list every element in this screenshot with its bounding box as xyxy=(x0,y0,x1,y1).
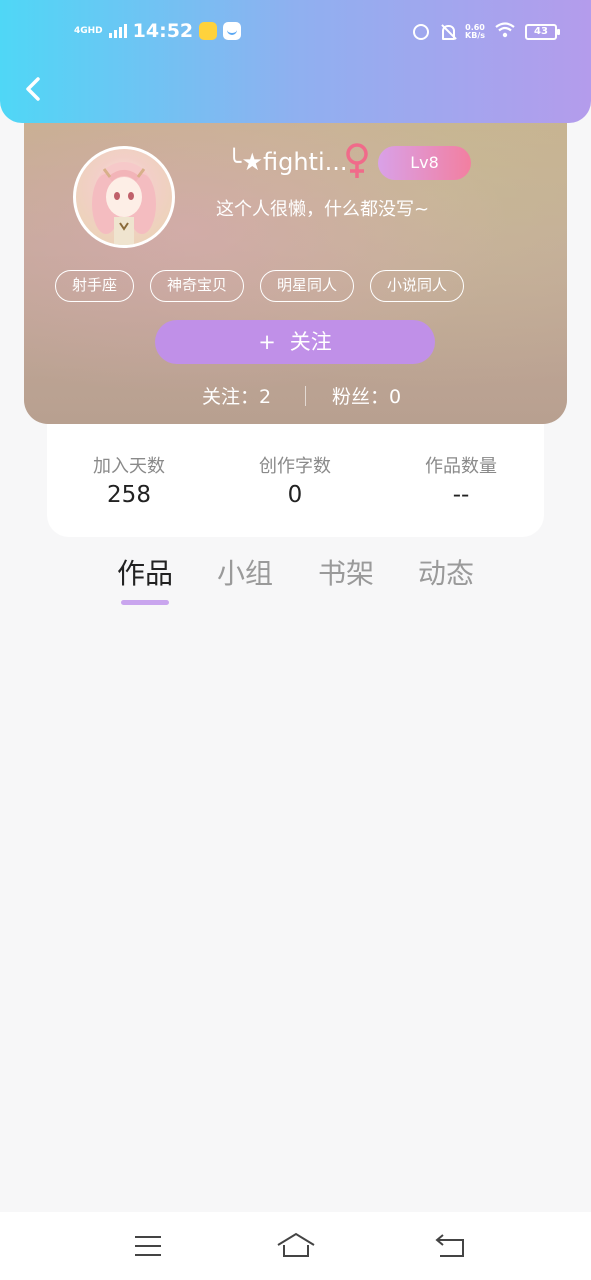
battery-icon: 43 xyxy=(525,23,560,40)
nickname: ╰★fighti... xyxy=(227,148,348,176)
stat-join-days: 加入天数 258 xyxy=(59,452,199,508)
status-time: 14:52 xyxy=(132,20,194,42)
tab-works[interactable]: 作品 xyxy=(117,552,173,592)
wifi-icon xyxy=(495,22,515,41)
menu-icon xyxy=(135,1236,161,1256)
fans-count[interactable]: 粉丝：0 xyxy=(332,382,401,409)
tag-item[interactable]: 神奇宝贝 xyxy=(150,270,245,302)
tab-bookshelf[interactable]: 书架 xyxy=(318,552,374,592)
stat-label: 加入天数 xyxy=(93,456,165,477)
stat-value: -- xyxy=(452,482,470,508)
stat-value: 258 xyxy=(107,482,151,508)
profile-card: ╰★fighti... Lv8 这个人很懒，什么都没写~ 射手座 神奇宝贝 明星… xyxy=(24,100,567,424)
system-nav-bar xyxy=(0,1212,591,1280)
tab-bar: 作品 小组 书架 动态 xyxy=(0,552,591,612)
header-bar: 4GHD 14:52 0.60 KB/s 43 xyxy=(0,0,591,123)
following-count[interactable]: 关注：2 xyxy=(202,382,271,409)
tab-activity[interactable]: 动态 xyxy=(418,552,474,592)
alarm-icon xyxy=(413,23,430,40)
bio-text: 这个人很懒，什么都没写~ xyxy=(216,199,430,220)
tag-list: 射手座 神奇宝贝 明星同人 小说同人 xyxy=(55,270,465,302)
follow-button[interactable]: + 关注 xyxy=(155,320,435,364)
follow-stats: 关注：2 粉丝：0 xyxy=(24,382,567,408)
network-type: 4GHD xyxy=(74,25,103,36)
menu-button[interactable] xyxy=(128,1230,168,1262)
plus-icon: + xyxy=(258,330,276,354)
stat-word-count: 创作字数 0 xyxy=(225,452,365,508)
back-button[interactable] xyxy=(18,72,48,106)
level-badge: Lv8 xyxy=(378,146,471,180)
message-notification-icon xyxy=(223,22,242,40)
stat-works-count: 作品数量 -- xyxy=(391,452,531,508)
stat-label: 创作字数 xyxy=(259,456,331,477)
tag-item[interactable]: 明星同人 xyxy=(260,270,355,302)
follow-button-label: 关注 xyxy=(289,330,332,354)
home-button[interactable] xyxy=(276,1230,316,1262)
tag-item[interactable]: 射手座 xyxy=(55,270,135,302)
back-nav-button[interactable] xyxy=(430,1230,470,1262)
stat-value: 0 xyxy=(287,482,303,508)
divider xyxy=(305,386,306,406)
signal-icon xyxy=(108,24,127,38)
avatar[interactable] xyxy=(73,146,175,248)
mute-bell-icon xyxy=(439,24,456,40)
stat-label: 作品数量 xyxy=(425,456,497,477)
tab-indicator xyxy=(121,600,169,605)
avatar-illustration xyxy=(92,162,156,245)
status-bar: 4GHD 14:52 0.60 KB/s 43 xyxy=(0,18,591,48)
chevron-left-icon xyxy=(26,77,40,101)
stats-card: 加入天数 258 创作字数 0 作品数量 -- xyxy=(47,420,544,537)
back-arrow-icon xyxy=(435,1234,464,1257)
app-notification-icon xyxy=(199,22,218,40)
tag-item[interactable]: 小说同人 xyxy=(370,270,465,302)
network-speed-unit: KB/s xyxy=(465,30,485,40)
tab-groups[interactable]: 小组 xyxy=(217,552,273,592)
network-speed: 0.60 KB/s xyxy=(465,23,485,40)
female-icon xyxy=(346,143,368,178)
home-icon xyxy=(277,1232,315,1257)
